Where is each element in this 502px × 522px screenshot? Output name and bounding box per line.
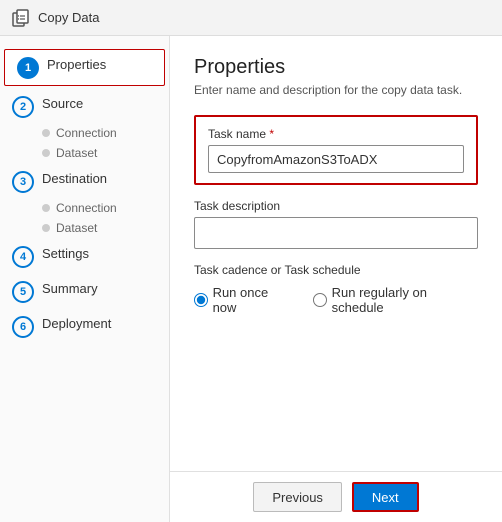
task-name-input[interactable]	[208, 145, 464, 173]
sidebar-item-source[interactable]: 2 Source	[0, 89, 169, 124]
required-marker: *	[269, 127, 274, 141]
destination-dataset-dot	[42, 224, 50, 232]
panel-subtitle: Enter name and description for the copy …	[194, 83, 478, 97]
source-subitems: Connection Dataset	[0, 124, 169, 162]
step-circle-2: 2	[12, 96, 34, 118]
panel-title: Properties	[194, 56, 478, 79]
sidebar-label-properties: Properties	[47, 56, 106, 74]
sidebar-label-deployment: Deployment	[42, 315, 111, 333]
sidebar-item-deployment[interactable]: 6 Deployment	[0, 309, 169, 344]
destination-connection: Connection	[42, 199, 169, 217]
radio-once-input[interactable]	[194, 293, 208, 307]
sidebar-label-settings: Settings	[42, 245, 89, 263]
task-description-group: Task description	[194, 199, 478, 249]
previous-button[interactable]: Previous	[253, 482, 342, 512]
step-circle-6: 6	[12, 316, 34, 338]
footer-bar: Previous Next	[170, 471, 502, 522]
step-circle-5: 5	[12, 281, 34, 303]
source-connection-dot	[42, 129, 50, 137]
sidebar-label-summary: Summary	[42, 280, 98, 298]
task-description-label: Task description	[194, 199, 478, 213]
source-connection: Connection	[42, 124, 169, 142]
radio-schedule-input[interactable]	[313, 293, 327, 307]
next-button[interactable]: Next	[352, 482, 419, 512]
destination-connection-dot	[42, 204, 50, 212]
app-title: Copy Data	[38, 10, 99, 25]
radio-schedule-label[interactable]: Run regularly on schedule	[313, 285, 478, 315]
sidebar-item-settings[interactable]: 4 Settings	[0, 239, 169, 274]
source-dataset: Dataset	[42, 144, 169, 162]
source-dataset-dot	[42, 149, 50, 157]
sidebar-label-source: Source	[42, 95, 83, 113]
step-circle-1: 1	[17, 57, 39, 79]
task-description-input[interactable]	[194, 217, 478, 249]
sidebar-item-summary[interactable]: 5 Summary	[0, 274, 169, 309]
destination-subitems: Connection Dataset	[0, 199, 169, 237]
task-name-group: Task name *	[194, 115, 478, 185]
radio-schedule-text: Run regularly on schedule	[332, 285, 478, 315]
top-bar: Copy Data	[0, 0, 502, 36]
properties-panel: Properties Enter name and description fo…	[170, 36, 502, 471]
radio-group: Run once now Run regularly on schedule	[194, 285, 478, 315]
step-circle-3: 3	[12, 171, 34, 193]
step-circle-4: 4	[12, 246, 34, 268]
cadence-group: Task cadence or Task schedule Run once n…	[194, 263, 478, 315]
main-content: 1 Properties 2 Source Connection Dataset	[0, 36, 502, 522]
sidebar-item-properties[interactable]: 1 Properties	[4, 49, 165, 86]
sidebar: 1 Properties 2 Source Connection Dataset	[0, 36, 170, 522]
task-name-label: Task name *	[208, 127, 464, 141]
cadence-label: Task cadence or Task schedule	[194, 263, 478, 277]
sidebar-label-destination: Destination	[42, 170, 107, 188]
copy-data-icon	[12, 9, 30, 27]
radio-once-label[interactable]: Run once now	[194, 285, 293, 315]
destination-dataset: Dataset	[42, 219, 169, 237]
radio-once-text: Run once now	[213, 285, 294, 315]
sidebar-item-destination[interactable]: 3 Destination	[0, 164, 169, 199]
